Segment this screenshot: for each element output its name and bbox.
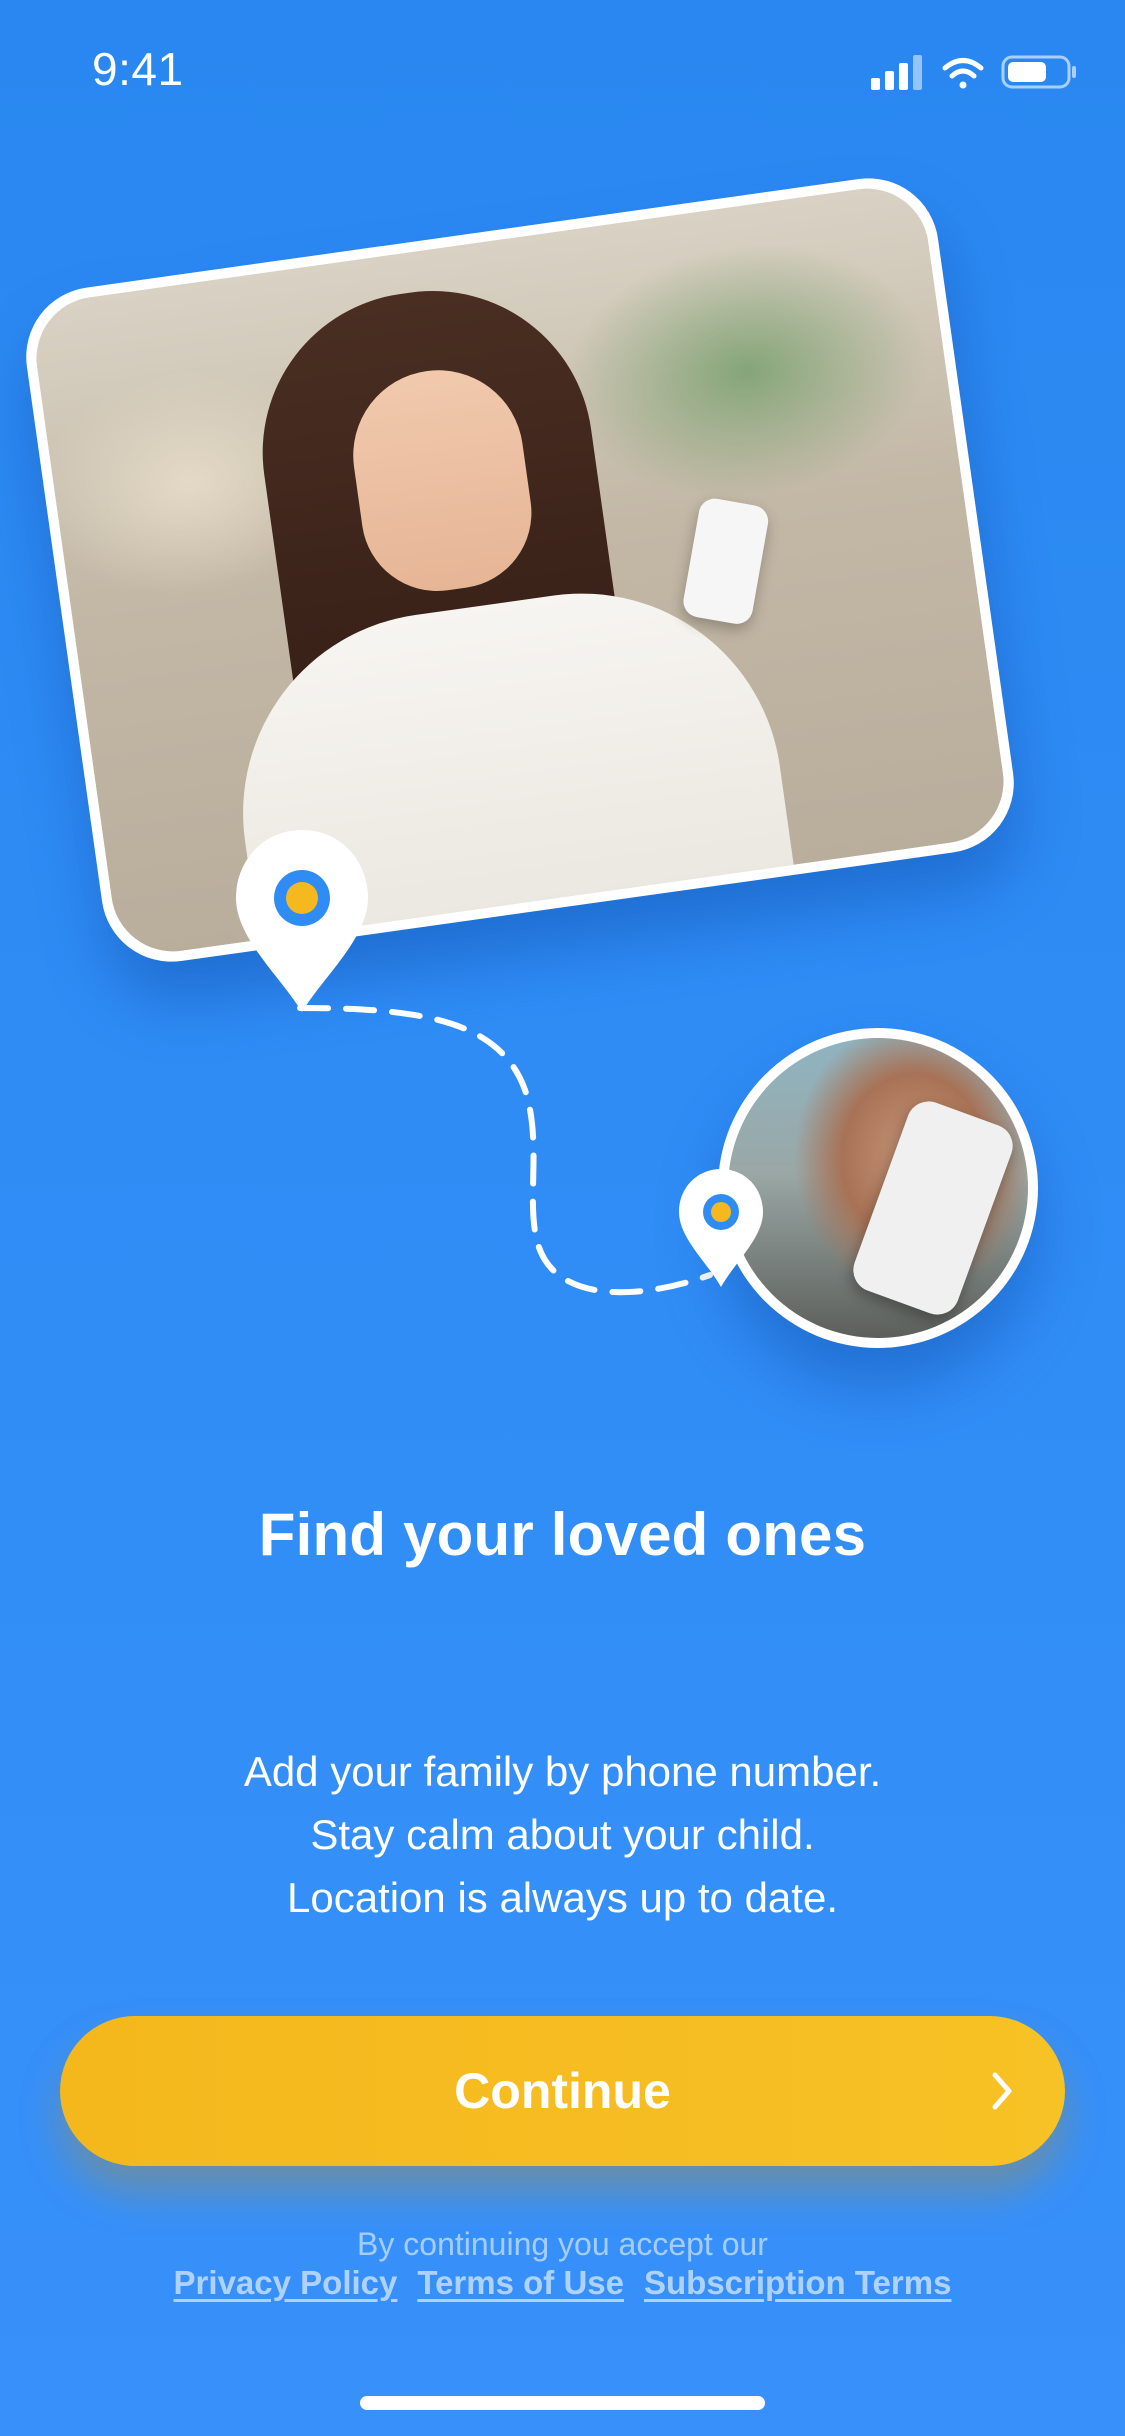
terms-of-use-link[interactable]: Terms of Use — [417, 2264, 624, 2302]
page-title: Find your loved ones — [258, 1501, 867, 1568]
hero-illustration — [0, 140, 1125, 1390]
battery-icon — [1001, 55, 1076, 89]
privacy-policy-link[interactable]: Privacy Policy — [174, 2264, 398, 2302]
wifi-icon — [942, 58, 984, 89]
location-pin-icon — [236, 830, 368, 1012]
legal-links: Privacy Policy Terms of Use Subscription… — [0, 2264, 1125, 2302]
status-icons — [871, 52, 1081, 92]
avatar-circle — [718, 1028, 1038, 1348]
continue-button-label: Continue — [454, 2063, 671, 2119]
subscription-terms-link[interactable]: Subscription Terms — [644, 2264, 951, 2302]
location-pin-small-icon — [679, 1169, 763, 1287]
cellular-signal-icon — [871, 55, 922, 90]
status-bar: 9:41 — [0, 0, 1125, 132]
legal-caption: By continuing you accept our — [357, 2226, 768, 2262]
continue-button[interactable]: Continue — [60, 2016, 1065, 2166]
page-subtitle: Add your family by phone number. Stay ca… — [0, 1740, 1125, 1929]
status-time: 9:41 — [92, 43, 184, 95]
chevron-right-icon — [992, 2072, 1012, 2110]
man-with-phone-photo — [728, 1038, 1028, 1338]
subtitle-line: Add your family by phone number. — [243, 1748, 882, 1795]
subtitle-line: Stay calm about your child. — [310, 1811, 815, 1858]
avatar-phone — [847, 1095, 1019, 1321]
home-indicator[interactable] — [360, 2396, 765, 2410]
subtitle-line: Location is always up to date. — [286, 1874, 838, 1921]
